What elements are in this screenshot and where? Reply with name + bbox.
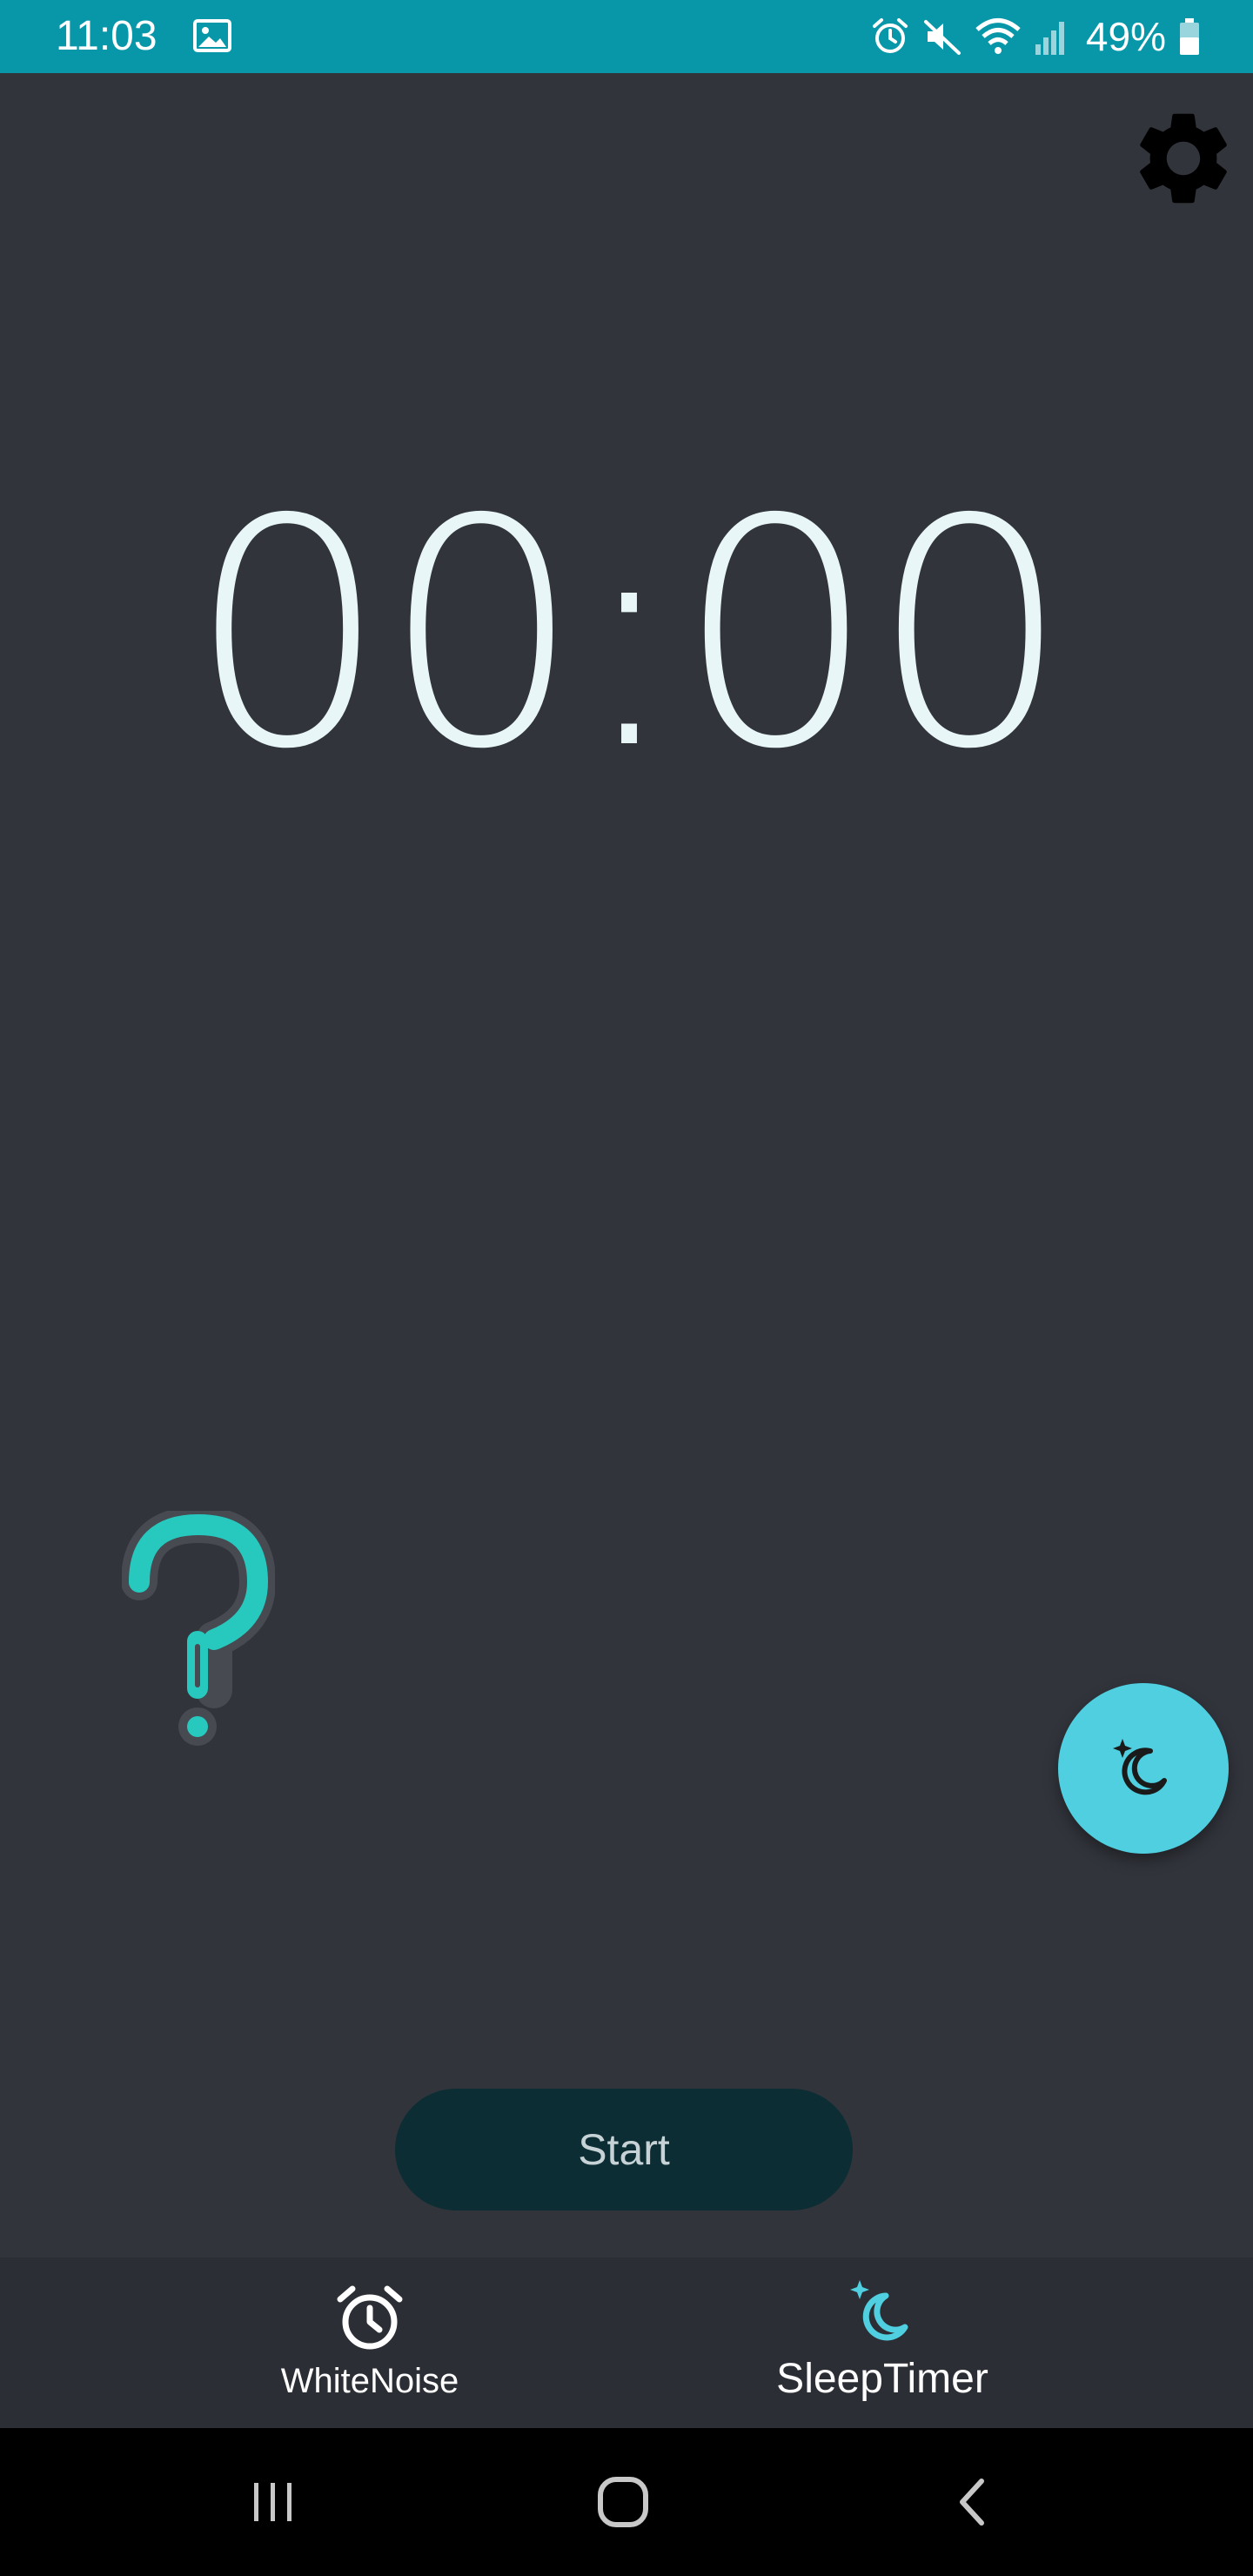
moon-star-icon [850, 2280, 908, 2341]
back-button[interactable] [931, 2463, 1018, 2541]
question-mark-icon [121, 1506, 276, 1746]
nav-item-whitenoise[interactable]: WhiteNoise [178, 2257, 561, 2428]
status-bar: 11:03 49% [0, 0, 1253, 73]
status-time: 11:03 [56, 13, 157, 59]
battery-icon [1180, 18, 1199, 55]
mute-icon [923, 20, 961, 55]
moon-star-icon [1113, 1739, 1167, 1795]
recents-button[interactable] [230, 2463, 317, 2541]
back-icon [960, 2479, 984, 2526]
sleep-fab-button[interactable] [1058, 1683, 1229, 1854]
bottom-navigation: WhiteNoise SleepTimer [0, 2257, 1253, 2428]
battery-percentage: 49% [1085, 14, 1166, 59]
sleep-timer-screen: 11:03 49% 00:00 Start WhiteNoise SleepTi… [0, 0, 1253, 2576]
settings-button[interactable] [1126, 101, 1241, 216]
signal-icon [1035, 22, 1064, 55]
nav-item-sleeptimer[interactable]: SleepTimer [691, 2257, 1074, 2428]
nav-label-whitenoise: WhiteNoise [280, 2362, 459, 2400]
gallery-icon [193, 19, 231, 52]
wifi-icon [975, 18, 1021, 54]
home-button[interactable] [580, 2463, 667, 2541]
alarm-clock-icon [337, 2285, 403, 2350]
system-navigation-bar [0, 2428, 1253, 2576]
status-icons: 49% [870, 9, 1201, 64]
help-button[interactable] [121, 1506, 276, 1746]
timer-display: 00:00 [188, 453, 1069, 817]
alarm-icon [872, 18, 908, 53]
start-button[interactable]: Start [395, 2089, 853, 2210]
nav-label-sleeptimer: SleepTimer [776, 2356, 988, 2402]
home-icon [598, 2477, 648, 2527]
gear-icon [1140, 113, 1227, 204]
recents-icon [254, 2483, 291, 2521]
